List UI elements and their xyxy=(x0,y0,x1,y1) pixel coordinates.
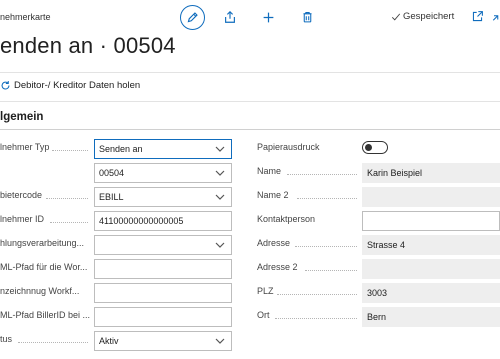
divider xyxy=(0,72,500,73)
label-dots xyxy=(52,150,88,151)
field-label: tus xyxy=(0,334,13,344)
field-row-number: 00504 xyxy=(0,163,232,183)
delete-button[interactable] xyxy=(299,9,315,25)
open-new-window-button[interactable] xyxy=(471,10,485,24)
collapse-button[interactable] xyxy=(491,10,500,24)
field-row-anbietercode: bietercode EBILL xyxy=(0,187,232,207)
chevron-down-icon xyxy=(215,146,225,152)
field-value: Aktiv xyxy=(99,336,119,346)
action-fetch-label: Debitor-/ Kreditor Daten holen xyxy=(14,80,141,91)
field-row-name-2: Name 2 xyxy=(257,187,500,207)
teilnehmer-typ-select[interactable]: Senden an xyxy=(94,139,232,159)
field-value: EBILL xyxy=(99,192,124,202)
field-value: Bern xyxy=(367,312,387,322)
open-in-new-icon xyxy=(472,11,483,22)
field-row-adresse-2: Adresse 2 xyxy=(257,259,500,279)
kennzeichnung-workflow-input[interactable] xyxy=(94,283,232,303)
field-row-teilnehmer-typ: lnehmer Typ Senden an xyxy=(0,139,232,159)
field-row-kontaktperson: Kontaktperson xyxy=(257,211,500,231)
field-label: Papierausdruck xyxy=(257,142,320,152)
saved-status: Gespeichert xyxy=(391,11,454,22)
field-label: Kontaktperson xyxy=(257,214,316,224)
edit-button[interactable] xyxy=(180,5,205,30)
kontaktperson-input[interactable] xyxy=(362,211,500,231)
xml-pfad-billerid-input[interactable] xyxy=(94,307,232,327)
papierausdruck-toggle[interactable] xyxy=(362,141,388,154)
field-label: PLZ xyxy=(257,286,274,296)
field-row-adresse: Adresse Strasse 4 xyxy=(257,235,500,255)
anbietercode-select[interactable]: EBILL xyxy=(94,187,232,207)
adresse-2-value xyxy=(362,259,500,279)
label-dots xyxy=(275,318,357,319)
field-label: Ort xyxy=(257,310,270,320)
adresse-value: Strasse 4 xyxy=(362,235,500,255)
collapse-icon xyxy=(492,15,499,21)
status-select[interactable]: Aktiv xyxy=(94,331,232,351)
label-dots xyxy=(46,198,88,199)
field-label: ML-Pfad für die Wor... xyxy=(0,262,88,272)
field-row-xml-pfad-billerid: ML-Pfad BillerID bei ... xyxy=(0,307,232,327)
field-row-teilnehmer-id: lnehmer ID 41100000000000005 xyxy=(0,211,232,231)
ort-value: Bern xyxy=(362,307,500,327)
check-icon xyxy=(391,13,401,21)
label-dots xyxy=(305,270,357,271)
field-label: Adresse xyxy=(257,238,291,248)
action-fetch-data[interactable]: Debitor-/ Kreditor Daten holen xyxy=(0,80,140,91)
name-value: Karin Beispiel xyxy=(362,163,500,183)
number-select[interactable]: 00504 xyxy=(94,163,232,183)
zahlungsverarbeitung-select[interactable] xyxy=(94,235,232,255)
field-value: Senden an xyxy=(99,144,143,154)
field-label: hlungsverarbeitung... xyxy=(0,238,85,248)
field-value: Strasse 4 xyxy=(367,240,406,250)
field-row-name: Name Karin Beispiel xyxy=(257,163,500,183)
field-row-ort: Ort Bern xyxy=(257,307,500,327)
add-button[interactable] xyxy=(260,9,276,25)
breadcrumb[interactable]: nehmerkarte xyxy=(0,12,51,22)
field-value: 41100000000000005 xyxy=(99,216,184,226)
field-label: lnehmer ID xyxy=(0,214,45,224)
teilnehmer-id-input[interactable]: 41100000000000005 xyxy=(94,211,232,231)
field-value: 00504 xyxy=(99,168,125,178)
name-2-value xyxy=(362,187,500,207)
xml-pfad-workflow-input[interactable] xyxy=(94,259,232,279)
section-title[interactable]: lgemein xyxy=(0,111,43,123)
section-divider xyxy=(0,129,500,130)
field-row-xml-pfad-workflow: ML-Pfad für die Wor... xyxy=(0,259,232,279)
field-row-status: tus Aktiv xyxy=(0,331,232,351)
share-icon xyxy=(225,10,235,23)
field-label: Name xyxy=(257,166,282,176)
saved-label: Gespeichert xyxy=(403,11,455,22)
label-dots xyxy=(277,294,357,295)
field-label: bietercode xyxy=(0,190,43,200)
page-title: enden an · 00504 xyxy=(0,33,176,58)
field-label: Adresse 2 xyxy=(257,262,298,272)
label-dots xyxy=(287,174,357,175)
toggle-knob xyxy=(365,144,372,151)
chevron-down-icon xyxy=(215,242,225,248)
field-value: 3003 xyxy=(367,288,388,298)
chevron-down-icon xyxy=(215,194,225,200)
label-dots xyxy=(50,222,88,223)
label-dots xyxy=(18,342,88,343)
add-icon xyxy=(263,12,273,22)
field-label: lnehmer Typ xyxy=(0,142,50,152)
label-dots xyxy=(297,198,357,199)
refresh-icon xyxy=(1,81,10,90)
field-label: ML-Pfad BillerID bei ... xyxy=(0,310,91,320)
label-dots xyxy=(295,246,357,247)
field-label: Name 2 xyxy=(257,190,289,200)
share-button[interactable] xyxy=(222,9,238,25)
divider xyxy=(0,101,500,102)
field-row-plz: PLZ 3003 xyxy=(257,283,500,303)
field-value: Karin Beispiel xyxy=(367,168,423,178)
edit-icon xyxy=(187,12,198,23)
plz-value: 3003 xyxy=(362,283,500,303)
chevron-down-icon xyxy=(215,338,225,344)
field-row-kennzeichnung-workflow: nzeichnnug Workf... xyxy=(0,283,232,303)
field-row-zahlungsverarbeitung: hlungsverarbeitung... xyxy=(0,235,232,255)
field-label: nzeichnnug Workf... xyxy=(0,286,80,296)
chevron-down-icon xyxy=(215,170,225,176)
delete-icon xyxy=(302,12,312,23)
